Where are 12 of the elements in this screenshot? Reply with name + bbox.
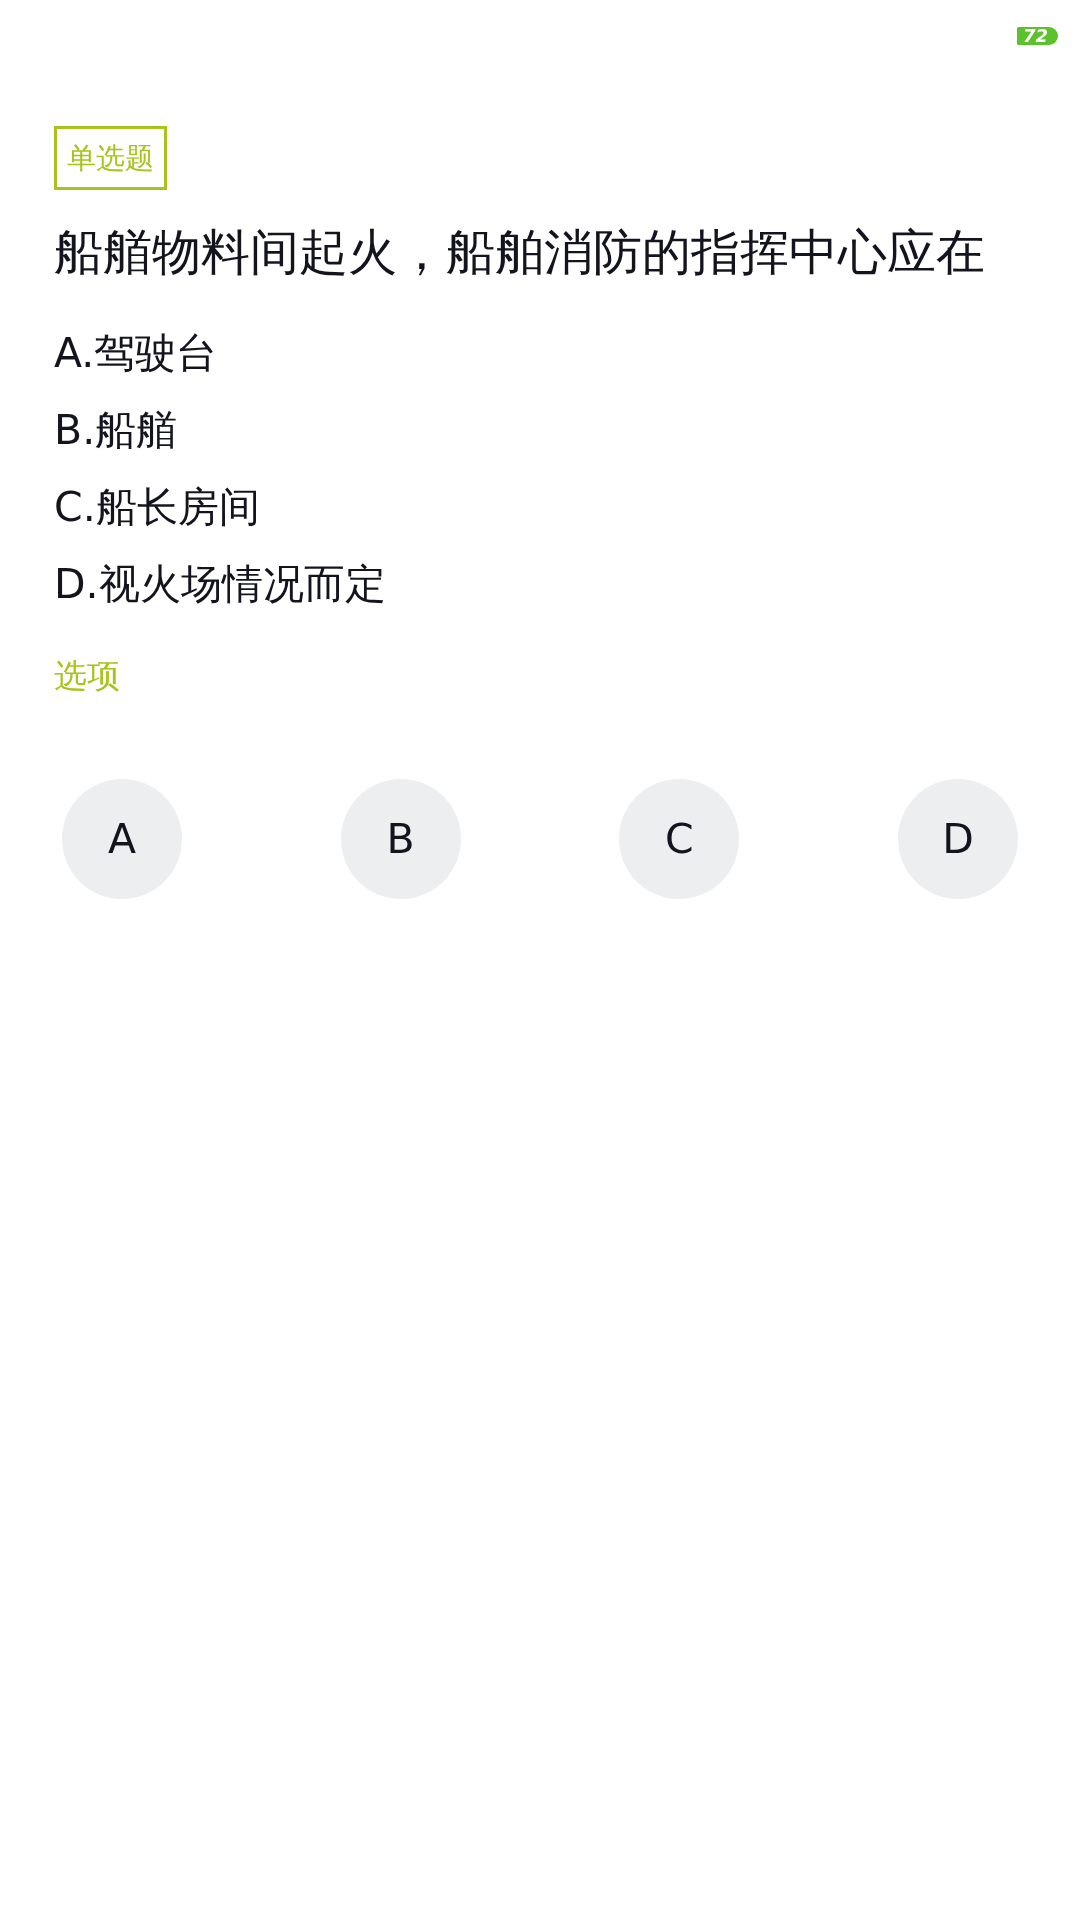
- option-text: C.船长房间: [54, 484, 261, 531]
- section-label: 选项: [54, 655, 120, 697]
- battery-icon: 72: [1016, 27, 1058, 45]
- option-text: D.视火场情况而定: [54, 561, 387, 608]
- option-text: B.船艏: [54, 407, 179, 454]
- question-text: 船艏物料间起火，船舶消防的指挥中心应在: [54, 223, 986, 283]
- question-type-tag: 单选题: [54, 126, 167, 190]
- answer-button[interactable]: B: [340, 779, 461, 899]
- answer-button[interactable]: A: [62, 779, 182, 899]
- answer-button[interactable]: C: [619, 779, 740, 899]
- option-text: A.驾驶台: [54, 330, 219, 377]
- answer-button[interactable]: D: [897, 779, 1018, 899]
